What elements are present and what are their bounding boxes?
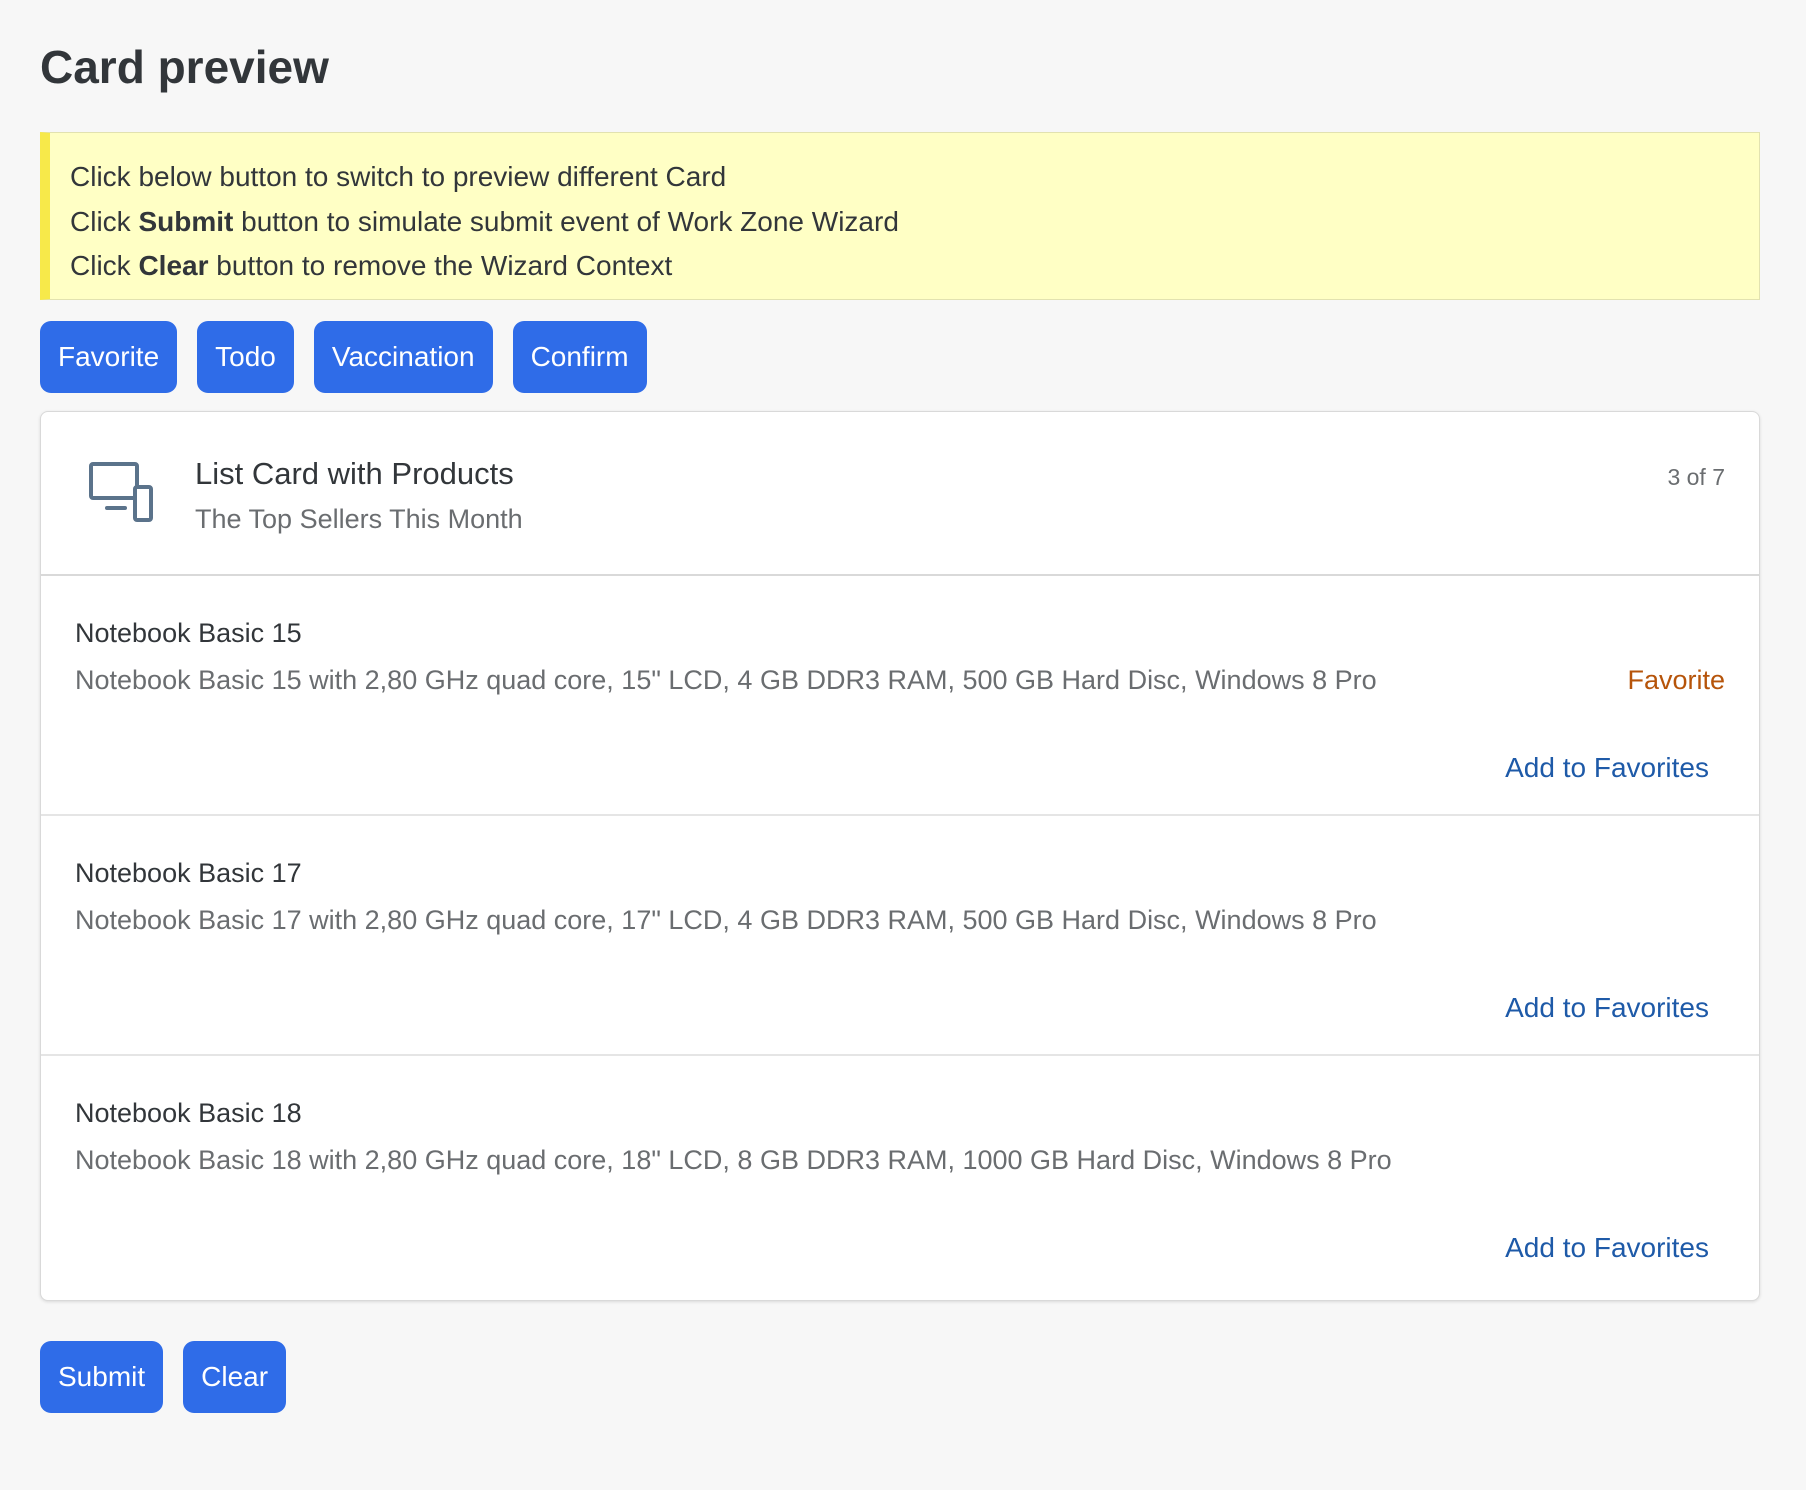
confirm-button[interactable]: Confirm bbox=[512, 321, 647, 393]
info-message-strip: Click below button to switch to preview … bbox=[40, 132, 1760, 300]
info-line-3: Click Clear button to remove the Wizard … bbox=[70, 244, 1759, 289]
info-line-2: Click Submit button to simulate submit e… bbox=[70, 200, 1759, 245]
item-description: Notebook Basic 18 with 2,80 GHz quad cor… bbox=[75, 1145, 1392, 1175]
item-description: Notebook Basic 15 with 2,80 GHz quad cor… bbox=[75, 665, 1377, 695]
card-subtitle: The Top Sellers This Month bbox=[195, 504, 523, 534]
clear-button[interactable]: Clear bbox=[183, 1341, 287, 1413]
devices-icon bbox=[89, 462, 153, 522]
page: Card preview Click below button to switc… bbox=[40, 0, 1760, 1413]
list-item[interactable]: Notebook Basic 15 Notebook Basic 15 with… bbox=[41, 576, 1759, 816]
list-card: List Card with Products The Top Sellers … bbox=[40, 411, 1760, 1301]
item-title: Notebook Basic 15 bbox=[75, 618, 302, 648]
info-line-3-suffix: button to remove the Wizard Context bbox=[208, 250, 673, 281]
submit-button[interactable]: Submit bbox=[40, 1341, 164, 1413]
page-title: Card preview bbox=[40, 41, 329, 93]
card-counter: 3 of 7 bbox=[1667, 464, 1725, 490]
vaccination-button[interactable]: Vaccination bbox=[313, 321, 493, 393]
add-to-favorites-link[interactable]: Add to Favorites bbox=[1505, 752, 1709, 784]
todo-button[interactable]: Todo bbox=[197, 321, 294, 393]
info-line-2-bold: Submit bbox=[138, 205, 234, 237]
item-status: Favorite bbox=[1627, 665, 1725, 695]
item-title: Notebook Basic 17 bbox=[75, 858, 302, 888]
card-switch-buttons: Favorite Todo Vaccination Confirm bbox=[40, 321, 1760, 393]
favorite-button[interactable]: Favorite bbox=[40, 321, 178, 393]
add-to-favorites-link[interactable]: Add to Favorites bbox=[1505, 1232, 1709, 1264]
list-item[interactable]: Notebook Basic 17 Notebook Basic 17 with… bbox=[41, 816, 1759, 1056]
info-line-2-prefix: Click bbox=[70, 205, 139, 237]
info-line-1-text: Click below button to switch to preview … bbox=[70, 161, 727, 192]
wizard-action-buttons: Submit Clear bbox=[40, 1341, 1760, 1413]
item-title: Notebook Basic 18 bbox=[75, 1098, 302, 1128]
add-to-favorites-link[interactable]: Add to Favorites bbox=[1505, 992, 1709, 1024]
item-description: Notebook Basic 17 with 2,80 GHz quad cor… bbox=[75, 905, 1377, 935]
card-header[interactable]: List Card with Products The Top Sellers … bbox=[41, 412, 1759, 576]
info-line-1: Click below button to switch to preview … bbox=[70, 155, 1759, 200]
list-item[interactable]: Notebook Basic 18 Notebook Basic 18 with… bbox=[41, 1056, 1759, 1300]
info-line-3-bold: Clear bbox=[138, 250, 209, 281]
info-line-3-prefix: Click bbox=[70, 250, 139, 281]
info-line-2-suffix: button to simulate submit event of Work … bbox=[233, 205, 899, 237]
card-title: List Card with Products bbox=[195, 456, 514, 491]
